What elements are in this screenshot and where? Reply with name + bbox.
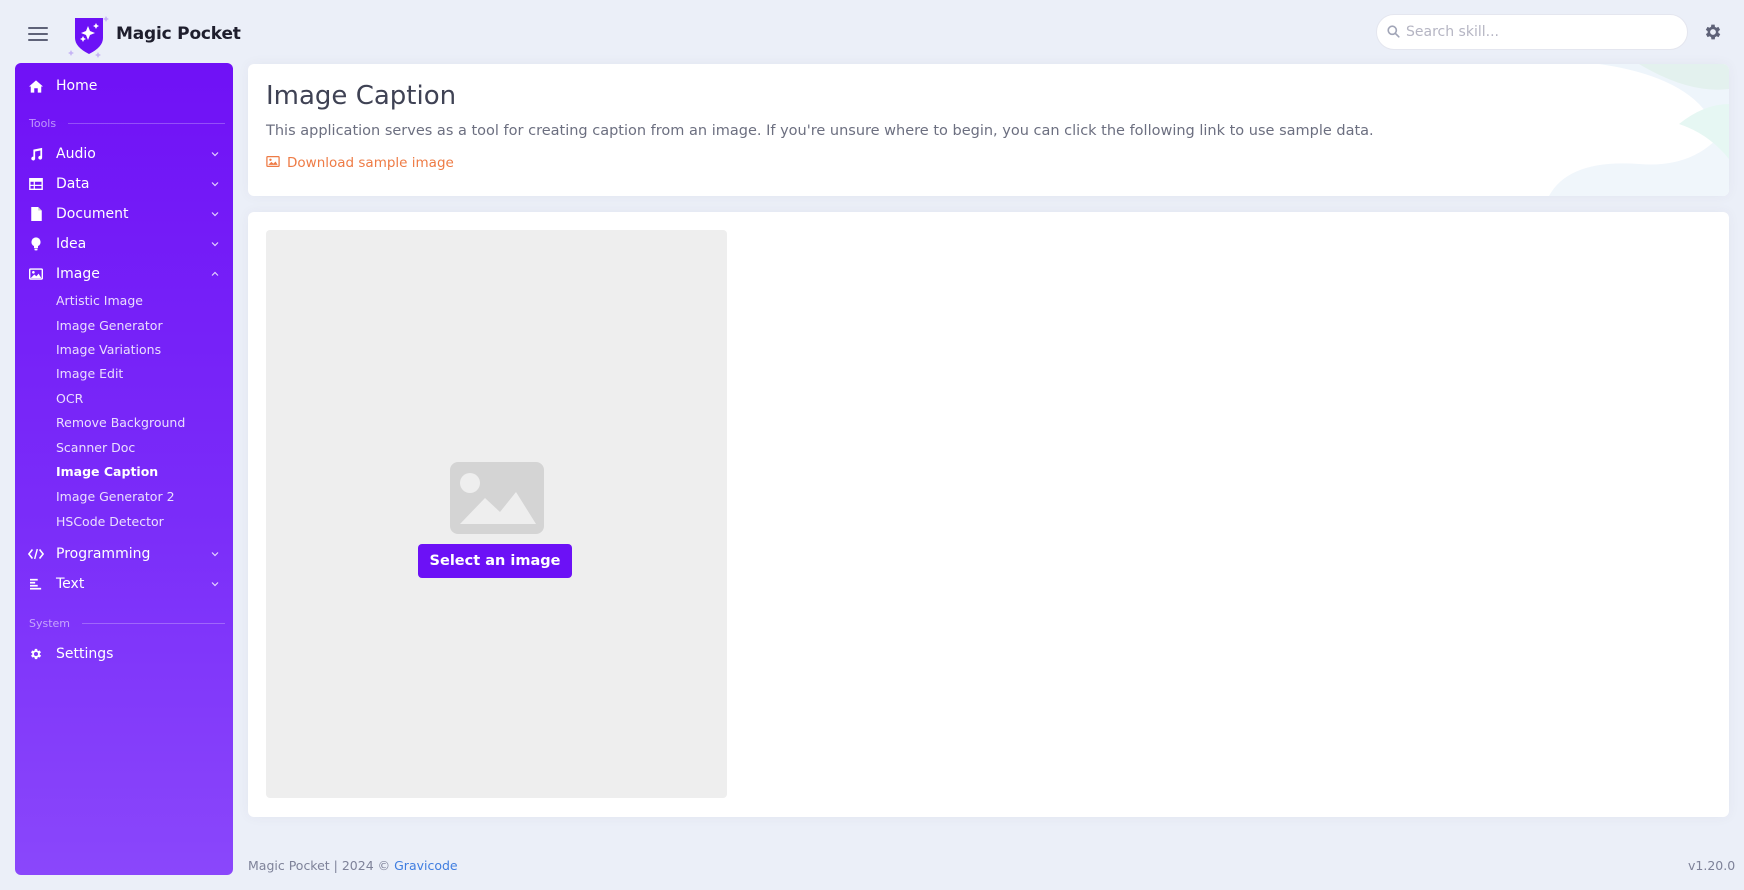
hamburger-line xyxy=(28,39,48,41)
image-upload-card: Select an image xyxy=(248,212,1729,817)
sample-link-label: Download sample image xyxy=(287,155,454,171)
sidebar-subitem-image-caption[interactable]: Image Caption xyxy=(56,464,158,479)
divider xyxy=(68,123,225,124)
text-align-icon xyxy=(28,576,44,592)
sidebar-subitem-image-edit[interactable]: Image Edit xyxy=(56,366,123,381)
sidebar-item-label: Home xyxy=(56,78,98,94)
decorative-wave xyxy=(1549,64,1729,196)
home-icon xyxy=(28,78,44,94)
sidebar-subitem-image-generator[interactable]: Image Generator xyxy=(56,318,163,333)
chevron-down-icon xyxy=(211,552,219,557)
section-label-text: Tools xyxy=(29,117,57,130)
sidebar-item-label: Image xyxy=(56,266,100,282)
sidebar-item-audio[interactable]: Audio xyxy=(15,141,233,167)
section-label-text: System xyxy=(29,617,71,630)
sidebar-item-programming[interactable]: Programming xyxy=(15,541,233,567)
hamburger-line xyxy=(28,33,48,35)
sidebar-subitem-hscode-detector[interactable]: HSCode Detector xyxy=(56,514,164,529)
image-icon xyxy=(266,155,280,171)
sidebar-item-label: Idea xyxy=(56,236,87,252)
footer-copyright-text: Magic Pocket | 2024 © xyxy=(248,858,395,873)
sidebar-item-label: Text xyxy=(56,576,85,592)
sidebar-item-label: Data xyxy=(56,176,90,192)
section-label-system: System xyxy=(29,617,225,630)
settings-gear-icon[interactable] xyxy=(1703,22,1723,42)
search-icon xyxy=(1387,23,1400,42)
image-placeholder-icon xyxy=(450,462,544,534)
brand-name: Magic Pocket xyxy=(116,24,241,44)
hamburger-line xyxy=(28,27,48,29)
brand[interactable]: Magic Pocket xyxy=(68,14,241,58)
chevron-down-icon xyxy=(211,242,219,247)
search-box[interactable] xyxy=(1376,14,1688,50)
sidebar-item-label: Audio xyxy=(56,146,96,162)
page-header-card: Image Caption This application serves as… xyxy=(248,64,1729,196)
sidebar-item-image[interactable]: Image xyxy=(15,261,233,287)
sidebar: Home Tools Audio Data Document Idea Imag… xyxy=(15,63,233,875)
chevron-down-icon xyxy=(211,212,219,217)
chevron-down-icon xyxy=(211,152,219,157)
sidebar-item-home[interactable]: Home xyxy=(15,73,233,99)
search-input[interactable] xyxy=(1406,24,1666,40)
sidebar-subitem-image-variations[interactable]: Image Variations xyxy=(56,342,161,357)
download-sample-image-link[interactable]: Download sample image xyxy=(266,155,454,171)
sidebar-item-label: Settings xyxy=(56,646,114,662)
footer-version: v1.20.0 xyxy=(1688,858,1736,873)
divider xyxy=(82,623,225,624)
sidebar-subitem-ocr[interactable]: OCR xyxy=(56,391,83,406)
footer-copyright: Magic Pocket | 2024 © Gravicode xyxy=(248,858,458,873)
sidebar-item-text[interactable]: Text xyxy=(15,571,233,597)
chevron-down-icon xyxy=(211,182,219,187)
document-icon xyxy=(28,206,44,222)
sidebar-item-data[interactable]: Data xyxy=(15,171,233,197)
sidebar-subitem-image-generator-2[interactable]: Image Generator 2 xyxy=(56,489,175,504)
chevron-up-icon xyxy=(211,271,219,276)
lightbulb-icon xyxy=(28,236,44,252)
image-dropzone[interactable]: Select an image xyxy=(266,230,727,798)
page-title: Image Caption xyxy=(266,81,457,111)
sidebar-item-label: Document xyxy=(56,206,129,222)
chevron-down-icon xyxy=(211,582,219,587)
table-icon xyxy=(28,176,44,192)
sidebar-item-document[interactable]: Document xyxy=(15,201,233,227)
select-image-button[interactable]: Select an image xyxy=(418,544,572,578)
footer-company-link[interactable]: Gravicode xyxy=(394,858,458,873)
music-icon xyxy=(28,146,44,162)
sidebar-item-label: Programming xyxy=(56,546,151,562)
sidebar-subitem-artistic-image[interactable]: Artistic Image xyxy=(56,293,143,308)
code-icon xyxy=(28,546,44,562)
section-label-tools: Tools xyxy=(29,117,225,130)
gear-icon xyxy=(28,646,44,662)
page-description: This application serves as a tool for cr… xyxy=(266,123,1374,139)
sidebar-item-settings[interactable]: Settings xyxy=(15,641,233,667)
sidebar-subitem-scanner-doc[interactable]: Scanner Doc xyxy=(56,440,135,455)
sidebar-subitem-remove-background[interactable]: Remove Background xyxy=(56,415,185,430)
image-icon xyxy=(28,266,44,282)
menu-toggle-button[interactable] xyxy=(28,27,48,41)
magic-pocket-logo-icon xyxy=(68,14,109,58)
sidebar-item-idea[interactable]: Idea xyxy=(15,231,233,257)
